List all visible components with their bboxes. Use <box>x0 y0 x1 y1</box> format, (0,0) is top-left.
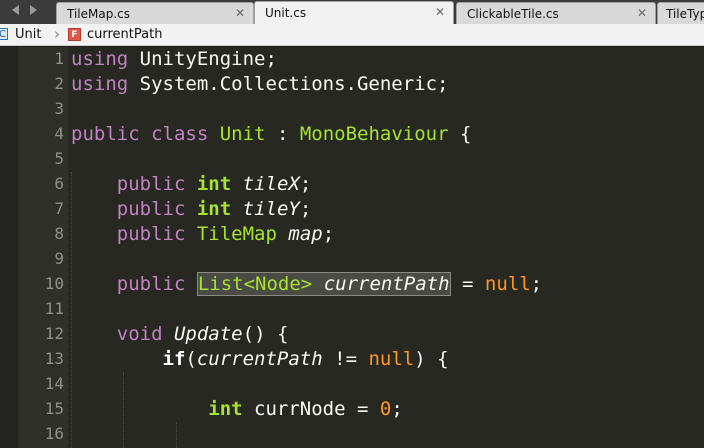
line-number: 13 <box>44 349 64 368</box>
line-number: 11 <box>44 299 64 318</box>
code-text: public int tileX; <box>116 173 312 195</box>
tab-nav-arrows <box>0 0 52 24</box>
code-line: 6 public int tileX; <box>0 172 704 197</box>
line-number: 15 <box>44 399 64 418</box>
code-text: void Update() { <box>116 323 289 345</box>
code-line: 13 if(currentPath != null) { <box>0 347 704 372</box>
code-line: 12 void Update() { <box>0 322 704 347</box>
code-editor[interactable]: 1 using UnityEngine; 2 using System.Coll… <box>0 47 704 448</box>
code-line: 11 <box>0 297 704 322</box>
code-line: 8 public TileMap map; <box>0 222 704 247</box>
code-text: public int tileY; <box>116 198 312 220</box>
code-line: 4 public class Unit : MonoBehaviour { <box>0 122 704 147</box>
code-text: public class Unit : MonoBehaviour { <box>71 123 472 145</box>
line-number: 10 <box>44 274 64 293</box>
line-number: 16 <box>44 424 64 443</box>
tab-label: Unit.cs <box>265 6 307 20</box>
tab-scroll-left-icon[interactable] <box>12 5 19 15</box>
code-line: 15 int currNode = 0; <box>0 397 704 422</box>
selection-highlight: List<Node> currentPath <box>196 272 451 296</box>
line-number: 1 <box>54 49 64 68</box>
code-line: 9 <box>0 247 704 272</box>
code-line: 5 <box>0 147 704 172</box>
line-number: 2 <box>54 74 64 93</box>
line-number: 8 <box>54 224 64 243</box>
class-icon: C <box>0 28 8 40</box>
breadcrumb: C Unit › F currentPath <box>0 24 704 46</box>
code-line: 3 <box>0 97 704 122</box>
tab-tilemap[interactable]: TileMap.cs ✕ <box>56 2 254 24</box>
code-text: public TileMap map; <box>116 223 335 245</box>
tab-tiletype[interactable]: TileTyp <box>657 2 704 24</box>
tab-bar: TileMap.cs ✕ Unit.cs ✕ ClickableTile.cs … <box>0 0 704 24</box>
code-line: 16 <box>0 422 704 447</box>
tab-close-icon[interactable]: ✕ <box>435 5 445 19</box>
tab-label: TileTyp <box>666 7 704 21</box>
code-text: public List<Node> currentPath = null; <box>116 272 543 296</box>
code-line: 14 <box>0 372 704 397</box>
code-line: 10 public List<Node> currentPath = null; <box>0 272 704 297</box>
line-number: 3 <box>54 99 64 118</box>
line-number: 9 <box>54 249 64 268</box>
tab-label: ClickableTile.cs <box>467 7 559 21</box>
code-text: int currNode = 0; <box>208 398 403 420</box>
line-number: 14 <box>44 374 64 393</box>
code-line: 1 using UnityEngine; <box>0 47 704 72</box>
code-line: 2 using System.Collections.Generic; <box>0 72 704 97</box>
line-number: 12 <box>44 324 64 343</box>
tab-close-icon[interactable]: ✕ <box>637 6 647 20</box>
tab-unit[interactable]: Unit.cs ✕ <box>254 1 454 24</box>
line-number: 4 <box>54 124 64 143</box>
line-number: 7 <box>54 199 64 218</box>
tab-clickabletile[interactable]: ClickableTile.cs ✕ <box>456 2 656 24</box>
code-line: 7 public int tileY; <box>0 197 704 222</box>
code-text: using UnityEngine; <box>71 48 277 70</box>
code-text: using System.Collections.Generic; <box>71 73 449 95</box>
tab-scroll-right-icon[interactable] <box>30 5 37 15</box>
breadcrumb-class[interactable]: Unit <box>15 27 41 42</box>
code-text: if(currentPath != null) { <box>162 348 449 370</box>
line-number: 6 <box>54 174 64 193</box>
line-number: 5 <box>54 149 64 168</box>
tab-close-icon[interactable]: ✕ <box>235 6 245 20</box>
breadcrumb-field[interactable]: currentPath <box>87 27 162 42</box>
breadcrumb-separator-icon: › <box>54 25 60 43</box>
field-icon: F <box>68 28 81 41</box>
tab-label: TileMap.cs <box>67 7 130 21</box>
